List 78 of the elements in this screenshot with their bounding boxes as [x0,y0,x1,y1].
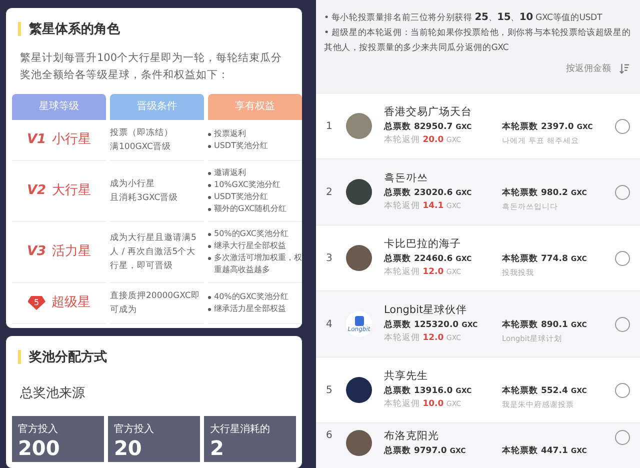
rank-number: 5 [326,384,334,396]
bullet-icon [208,133,211,136]
benefit-text: USDT奖池分红 [214,191,268,203]
level-name: 活力星 [52,245,92,259]
radio-button[interactable] [615,382,630,398]
bullet-icon [208,145,211,148]
level-name: 超级星 [52,296,90,310]
benefit-text: 额外的GXC随机分红 [214,203,287,215]
bullet-icon [208,233,211,236]
benefit-text: 邀请返利 [214,167,246,179]
title-accent-bar [18,350,21,364]
bullet-icon [208,184,211,187]
candidate-name: Longbit星球伙伴 [384,304,468,317]
condition-text: 成为大行星且邀请满5人 / 再次自激活5个大行星，即可晋级 [110,232,198,273]
description-text: 繁星计划每晋升100个大行星即为一轮，每轮结束瓜分奖池全额给各等级星球，条件和权益如下： [20,51,284,83]
logo-b-icon [354,316,364,326]
level-code: V1 [26,133,46,147]
column-header: 享有权益 [208,94,302,120]
benefit-text: 40%的GXC奖池分红 [214,291,288,303]
bullet-icon [208,196,211,199]
bullet-icon [208,245,211,248]
bullet-icon [208,308,211,311]
section-title: 奖池分配方式 [29,348,107,366]
candidate-name: 香港交易广场天台 [384,106,473,119]
sort-icon[interactable] [619,63,630,74]
rank-number: 6 [326,430,334,441]
candidate-name: 布洛克阳光 [384,430,440,443]
subsection-title: 总奖池来源 [20,385,86,402]
source-value: 20 [114,436,143,460]
condition-text: 且消耗3GXC晋级 [110,192,180,205]
condition-text: 投票（即冻结） [110,127,174,140]
benefit-text: USDT奖池分红 [214,140,268,152]
bullet-icon [208,257,211,260]
bullet-icon [208,208,211,211]
rule-text: • 每小轮投票量排名前三位将分别获得 25、15、10 GXC等值的USDT [324,11,604,25]
condition-text: 直接质押20000GXC即可成为 [110,290,201,317]
rank-number: 3 [326,252,334,264]
rank-number: 2 [326,186,334,198]
level-code: V2 [26,184,46,198]
source-value: 2 [210,436,225,460]
gem-icon: 5 [28,296,46,310]
benefit-text: 继承大行星全部权益 [214,240,286,252]
candidate-name: 卡比巴拉的海子 [384,238,462,251]
source-value: 200 [18,436,61,460]
avatar-photo-placeholder [346,179,372,205]
level-code: V3 [26,245,46,259]
source-label: 官方投入 [18,422,59,436]
avatar-photo-placeholder [346,245,372,271]
radio-button[interactable] [615,250,630,266]
section-title: 繁星体系的角色 [29,20,120,38]
benefit-text: 10%GXC奖池分红 [214,179,280,191]
avatar-photo-placeholder [346,113,372,139]
benefit-text: 投票返利 [214,128,246,140]
level-name: 小行星 [52,133,92,147]
avatar-photo-placeholder [346,377,372,403]
radio-button[interactable] [615,184,630,200]
benefit-text: 50%的GXC奖池分红 [214,228,288,240]
column-header: 星球等级 [12,94,106,120]
benefit-text: 继承活力星全部权益 [214,303,286,315]
rule-text: • 超级星的本轮返佣：当前轮如果你投票给他，则你将与本轮投票给该超级星的其他人，按投票量的多少来共同瓜分返佣的GXC [324,26,632,55]
source-label: 大行星消耗的 [210,422,271,436]
level-name: 大行星 [52,184,92,198]
bullet-icon [208,172,211,175]
candidate-name: 흑돈까쓰 [384,172,429,185]
radio-button[interactable] [615,430,630,445]
avatar-photo-placeholder [346,430,372,456]
column-header: 晋级条件 [110,94,204,120]
rank-number: 1 [326,120,334,132]
candidate-name: 共享先生 [384,370,429,383]
condition-text: 满100GXC晋级 [110,141,172,154]
source-label: 官方投入 [114,422,155,436]
title-accent-bar [18,22,21,36]
radio-button[interactable] [615,118,630,134]
rank-number: 4 [326,318,334,330]
condition-text: 成为小行星 [110,178,156,191]
bullet-icon [208,296,211,299]
benefit-text: 多次激活可增加权重，权重越高收益越多 [214,252,302,276]
radio-button[interactable] [615,316,630,332]
